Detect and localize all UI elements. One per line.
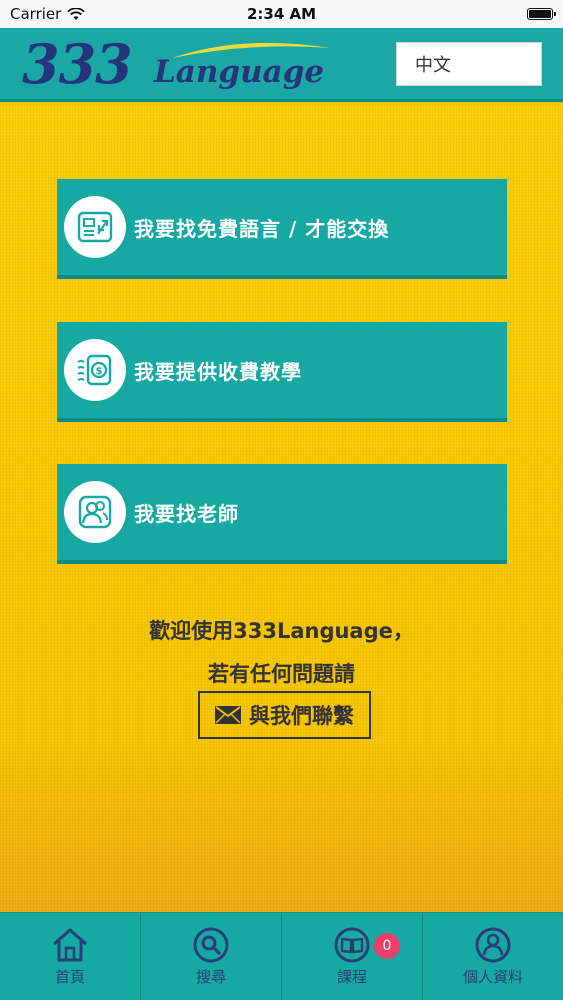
search-icon: [193, 927, 229, 963]
wifi-icon: [67, 7, 85, 20]
language-value: 中文: [415, 55, 451, 76]
tab-label-profile: 個人資料: [462, 968, 523, 986]
svg-text:$: $: [96, 366, 103, 377]
tab-home[interactable]: 首頁: [0, 913, 141, 1000]
courses-badge: 0: [374, 933, 400, 959]
exchange-icon: [64, 196, 126, 258]
app-header: 333 Language 中文: [0, 28, 563, 102]
tab-label-home: 首頁: [54, 968, 85, 986]
tab-courses[interactable]: 課程 0: [282, 913, 423, 1000]
find-teacher-button[interactable]: 我要找老師: [57, 464, 507, 564]
tab-profile[interactable]: 個人資料: [423, 913, 563, 1000]
tab-search[interactable]: 搜尋: [141, 913, 282, 1000]
language-selector[interactable]: 中文: [396, 42, 542, 86]
battery-icon: [527, 8, 556, 20]
book-icon: [334, 927, 370, 963]
paid-teaching-icon: $: [64, 339, 126, 401]
menu-label-paid: 我要提供收費教學: [134, 359, 302, 384]
bottom-tab-bar: 首頁 搜尋 課程 0 個人資料: [0, 912, 563, 1000]
mail-icon: [215, 706, 241, 724]
menu-label-exchange: 我要找免費語言 / 才能交換: [134, 216, 390, 241]
menu-label-teacher: 我要找老師: [134, 501, 239, 526]
profile-icon: [475, 927, 511, 963]
tab-label-courses: 課程: [336, 968, 367, 986]
home-icon: [53, 928, 87, 962]
offer-paid-teaching-button[interactable]: $ 我要提供收費教學: [57, 322, 507, 422]
find-teacher-icon: [64, 481, 126, 543]
tab-label-search: 搜尋: [195, 968, 226, 986]
contact-label: 與我們聯繫: [249, 704, 354, 728]
contact-us-button[interactable]: 與我們聯繫: [198, 691, 371, 739]
status-bar: Carrier 2:34 AM: [0, 0, 563, 28]
carrier-label: Carrier: [10, 5, 62, 23]
welcome-line-1: 歡迎使用333Language，: [149, 619, 414, 643]
status-left: Carrier: [10, 5, 85, 23]
logo-word: Language: [154, 54, 325, 90]
find-free-exchange-button[interactable]: 我要找免費語言 / 才能交換: [57, 179, 507, 279]
app-logo: 333 Language: [22, 32, 332, 96]
welcome-line-2: 若有任何問題請: [208, 662, 355, 686]
logo-number: 333: [22, 32, 133, 96]
